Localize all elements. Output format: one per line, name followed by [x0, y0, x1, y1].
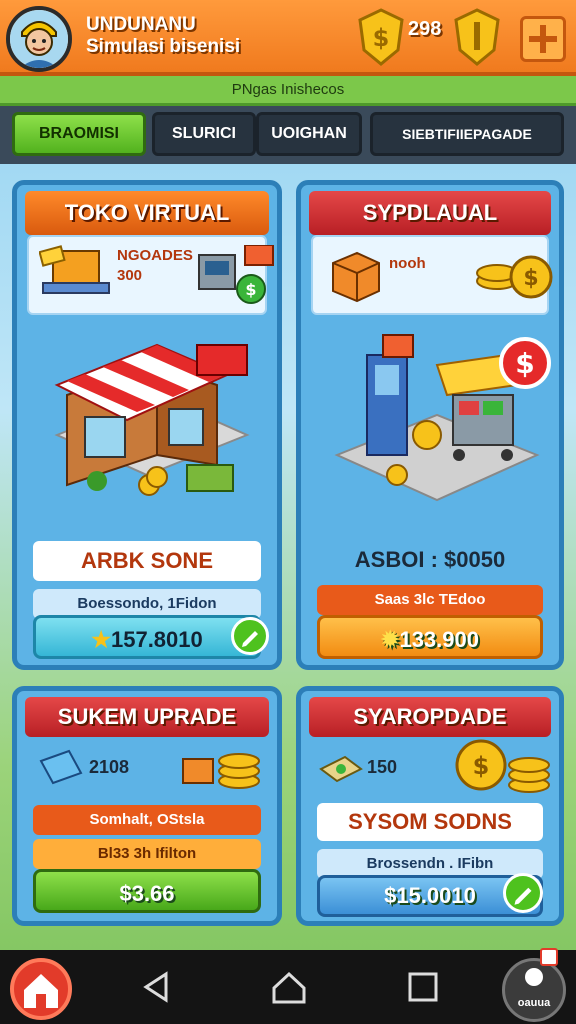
info-text: NGOADES [117, 247, 193, 264]
store-price: 157.8010 [110, 627, 203, 652]
tab-upgrade[interactable]: SIEBTIFIIEPAGADE [370, 112, 564, 156]
card-syaropdade[interactable]: SYAROPDADE 150 $ SYSOM SODNS Brossendn .… [296, 686, 564, 926]
system-nav-bar [0, 950, 576, 1024]
svg-text:$: $ [245, 280, 256, 299]
svg-text:$: $ [473, 752, 490, 780]
plus-icon [529, 25, 557, 53]
pencil-icon [242, 631, 258, 647]
star-icon: ★ [91, 627, 111, 652]
home-button[interactable] [10, 958, 72, 1020]
store-name-label: ARBK SONE [33, 541, 261, 581]
upgrade-subtitle: Somhalt, OStsla [33, 805, 261, 835]
card-toko-virtual[interactable]: TOKO VIRTUAL NGOADES 300 $ ARBK SONE Boe… [12, 180, 282, 670]
coin-count: 298 [408, 18, 442, 40]
notification-flag-icon[interactable] [540, 948, 558, 966]
store-price-button[interactable]: ★157.8010 [33, 615, 261, 659]
card-title: SYPDLAUAL [309, 191, 551, 235]
info-sub: 300 [117, 267, 143, 284]
card-info-box: NGOADES 300 $ [27, 235, 274, 315]
market-price-button[interactable]: ✹133.900 [317, 615, 543, 659]
tab-slurici[interactable]: SLURICI [152, 112, 256, 156]
edit-button[interactable] [503, 873, 543, 913]
top-header: UNDUNANU Simulasi bisenisi $ 298 [0, 0, 576, 76]
svg-text:$: $ [515, 347, 534, 380]
pencil-icon [514, 887, 532, 905]
card-info-box: nooh $ [311, 235, 553, 315]
info-text: nooh [389, 255, 426, 272]
syaro-name-label: SYSOM SODNS [317, 803, 543, 841]
upgrade-count: 2108 [89, 757, 130, 777]
gold-coins-icon: $ [455, 739, 550, 793]
starburst-icon: ✹ [381, 627, 400, 652]
tab-bar: BRAOMISI SLURICI UOIGHAN SIEBTIFIIEPAGAD… [0, 106, 576, 164]
app-title: UNDUNANU Simulasi bisenisi [86, 14, 240, 58]
market-name-label: ASBOI : $0050 [354, 547, 506, 572]
package-box-icon [332, 251, 380, 303]
tab-uoighan[interactable]: UOIGHAN [256, 112, 362, 156]
app-title-line2: Simulasi bisenisi [86, 36, 241, 57]
dollar-badge: $ [499, 337, 551, 389]
profile-label: oauua [517, 997, 551, 1009]
cash-register-icon: $ [198, 245, 274, 304]
subtitle-strip: PNgas Inishecos [0, 76, 576, 106]
cash-bundle-icon [319, 755, 363, 783]
laptop-icon [39, 245, 110, 294]
shield-badge-icon[interactable] [452, 8, 502, 66]
user-icon [525, 968, 543, 986]
card-title: TOKO VIRTUAL [25, 191, 269, 235]
app-title-line1: UNDUNANU [86, 14, 196, 35]
card-title: SYAROPDADE [309, 697, 551, 737]
home-nav-icon[interactable] [266, 964, 312, 1010]
upgrade-price-button[interactable]: $3.66 [33, 869, 261, 913]
dollar-icon: $ [515, 347, 534, 380]
card-title: SUKEM UPRADE [25, 697, 269, 737]
back-icon[interactable] [134, 964, 180, 1010]
player-avatar[interactable] [6, 6, 72, 72]
profile-button[interactable]: oauua [502, 958, 566, 1022]
upgrade-count: 150 [367, 757, 398, 777]
card-sypdlaual[interactable]: SYPDLAUAL nooh $ $ ASBOI : $0050 Saas 3l… [296, 180, 564, 670]
upgrade-subtitle-2: Bl33 3h Ifilton [33, 839, 261, 869]
tab-braomisi[interactable]: BRAOMISI [12, 112, 146, 156]
market-subtitle: Saas 3lc TEdoo [317, 585, 543, 615]
edit-button[interactable] [231, 617, 269, 655]
recents-icon[interactable] [400, 964, 446, 1010]
avatar-portrait-icon [10, 10, 68, 68]
coin-stack-icon: $ [476, 255, 553, 299]
house-icon [24, 974, 58, 1008]
svg-text:$: $ [523, 266, 538, 291]
gold-shield-icon[interactable]: $ [356, 8, 406, 66]
menu-plus-button[interactable] [520, 16, 566, 62]
coins-briefcase-icon [182, 753, 260, 789]
card-sukem-uprade[interactable]: SUKEM UPRADE 2108 Somhalt, OStsla Bl33 3… [12, 686, 282, 926]
ticket-icon [39, 749, 83, 785]
storefront-illustration [54, 343, 250, 496]
store-name-text: ARBK SONE [80, 548, 213, 573]
svg-text:$: $ [373, 24, 390, 52]
market-price: 133.900 [399, 627, 479, 652]
